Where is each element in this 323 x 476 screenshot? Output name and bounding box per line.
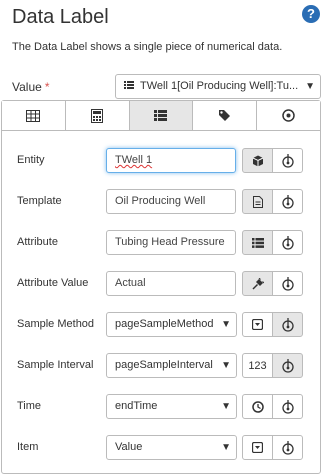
link-pin-icon [281,194,294,209]
value-select[interactable]: TWell 1[Oil Producing Well]:Tu... ▼ [115,74,321,99]
attribute-value-row: Attribute Value Actual [2,271,320,297]
time-link-button[interactable] [272,394,303,419]
link-pin-icon [281,235,294,250]
item-label: Item [17,441,39,453]
time-select[interactable]: endTime ▼ [106,394,237,419]
sample-method-label: Sample Method [17,318,95,330]
plug-icon [251,277,264,290]
dropdown-box-icon [252,442,263,453]
link-pin-icon [281,358,294,373]
item-dropdown-button[interactable] [242,435,273,460]
table-icon [26,109,41,122]
target-icon [282,109,295,122]
sample-interval-select[interactable]: pageSampleInterval ▼ [106,353,237,378]
attribute-row: Attribute Tubing Head Pressure [2,230,320,256]
tab-list[interactable] [129,101,194,130]
help-icon[interactable]: ? [302,5,320,23]
attribute-value-label: Attribute Value [17,277,89,289]
value-select-text: TWell 1[Oil Producing Well]:Tu... [140,80,299,92]
list-icon [154,110,168,121]
time-row: Time endTime ▼ [2,394,320,420]
chevron-down-icon: ▼ [221,401,231,412]
tab-target[interactable] [257,101,320,130]
entity-row: Entity TWell 1 [2,148,320,174]
time-clock-button[interactable] [242,394,273,419]
attribute-input[interactable]: Tubing Head Pressure [106,230,236,255]
entity-link-button[interactable] [272,148,303,173]
item-row: Item Value ▼ [2,435,320,461]
sample-method-link-button[interactable] [272,312,303,337]
link-pin-icon [281,440,294,455]
entity-input[interactable]: TWell 1 [106,148,236,173]
link-pin-icon [281,153,294,168]
template-link-button[interactable] [272,189,303,214]
link-pin-icon [281,399,294,414]
attribute-link-button[interactable] [272,230,303,255]
sample-interval-label: Sample Interval [17,359,94,371]
chevron-down-icon: ▼ [221,360,231,371]
item-select[interactable]: Value ▼ [106,435,237,460]
entity-browse-button[interactable] [242,148,273,173]
sample-interval-numeric-button[interactable]: 123 [242,353,273,378]
description-text: The Data Label shows a single piece of n… [12,41,283,53]
settings-panel: Entity TWell 1 Template Oil Producing We… [1,100,321,474]
entity-label: Entity [17,154,45,166]
list-icon [124,75,134,98]
sample-method-row: Sample Method pageSampleMethod ▼ [2,312,320,338]
link-pin-icon [281,317,294,332]
chevron-down-icon: ▼ [305,81,315,92]
tab-calculator[interactable] [65,101,130,130]
tab-bar [2,101,320,131]
attribute-value-link-button[interactable] [272,271,303,296]
template-row: Template Oil Producing Well [2,189,320,215]
link-pin-icon [281,276,294,291]
sample-method-dropdown-button[interactable] [242,312,273,337]
sample-interval-link-button[interactable] [272,353,303,378]
time-label: Time [17,400,42,412]
template-label: Template [17,195,62,207]
attribute-label: Attribute [17,236,58,248]
chevron-down-icon: ▼ [221,442,231,453]
sample-method-select[interactable]: pageSampleMethod ▼ [106,312,237,337]
value-label: Value * [12,80,50,94]
tab-tag[interactable] [193,101,258,130]
calculator-icon [91,108,104,123]
item-link-button[interactable] [272,435,303,460]
dropdown-box-icon [252,319,263,330]
template-input[interactable]: Oil Producing Well [106,189,236,214]
attribute-browse-button[interactable] [242,230,273,255]
clock-icon [251,400,264,413]
document-icon [252,195,263,208]
list-icon [251,237,264,248]
tab-table[interactable] [2,101,66,130]
sample-interval-row: Sample Interval pageSampleInterval ▼ 123 [2,353,320,379]
template-browse-button[interactable] [242,189,273,214]
cube-icon [252,155,263,166]
attribute-value-browse-button[interactable] [242,271,273,296]
attribute-value-input[interactable]: Actual [106,271,236,296]
chevron-down-icon: ▼ [221,319,231,330]
page-title: Data Label [12,6,109,28]
tag-icon [219,110,231,121]
